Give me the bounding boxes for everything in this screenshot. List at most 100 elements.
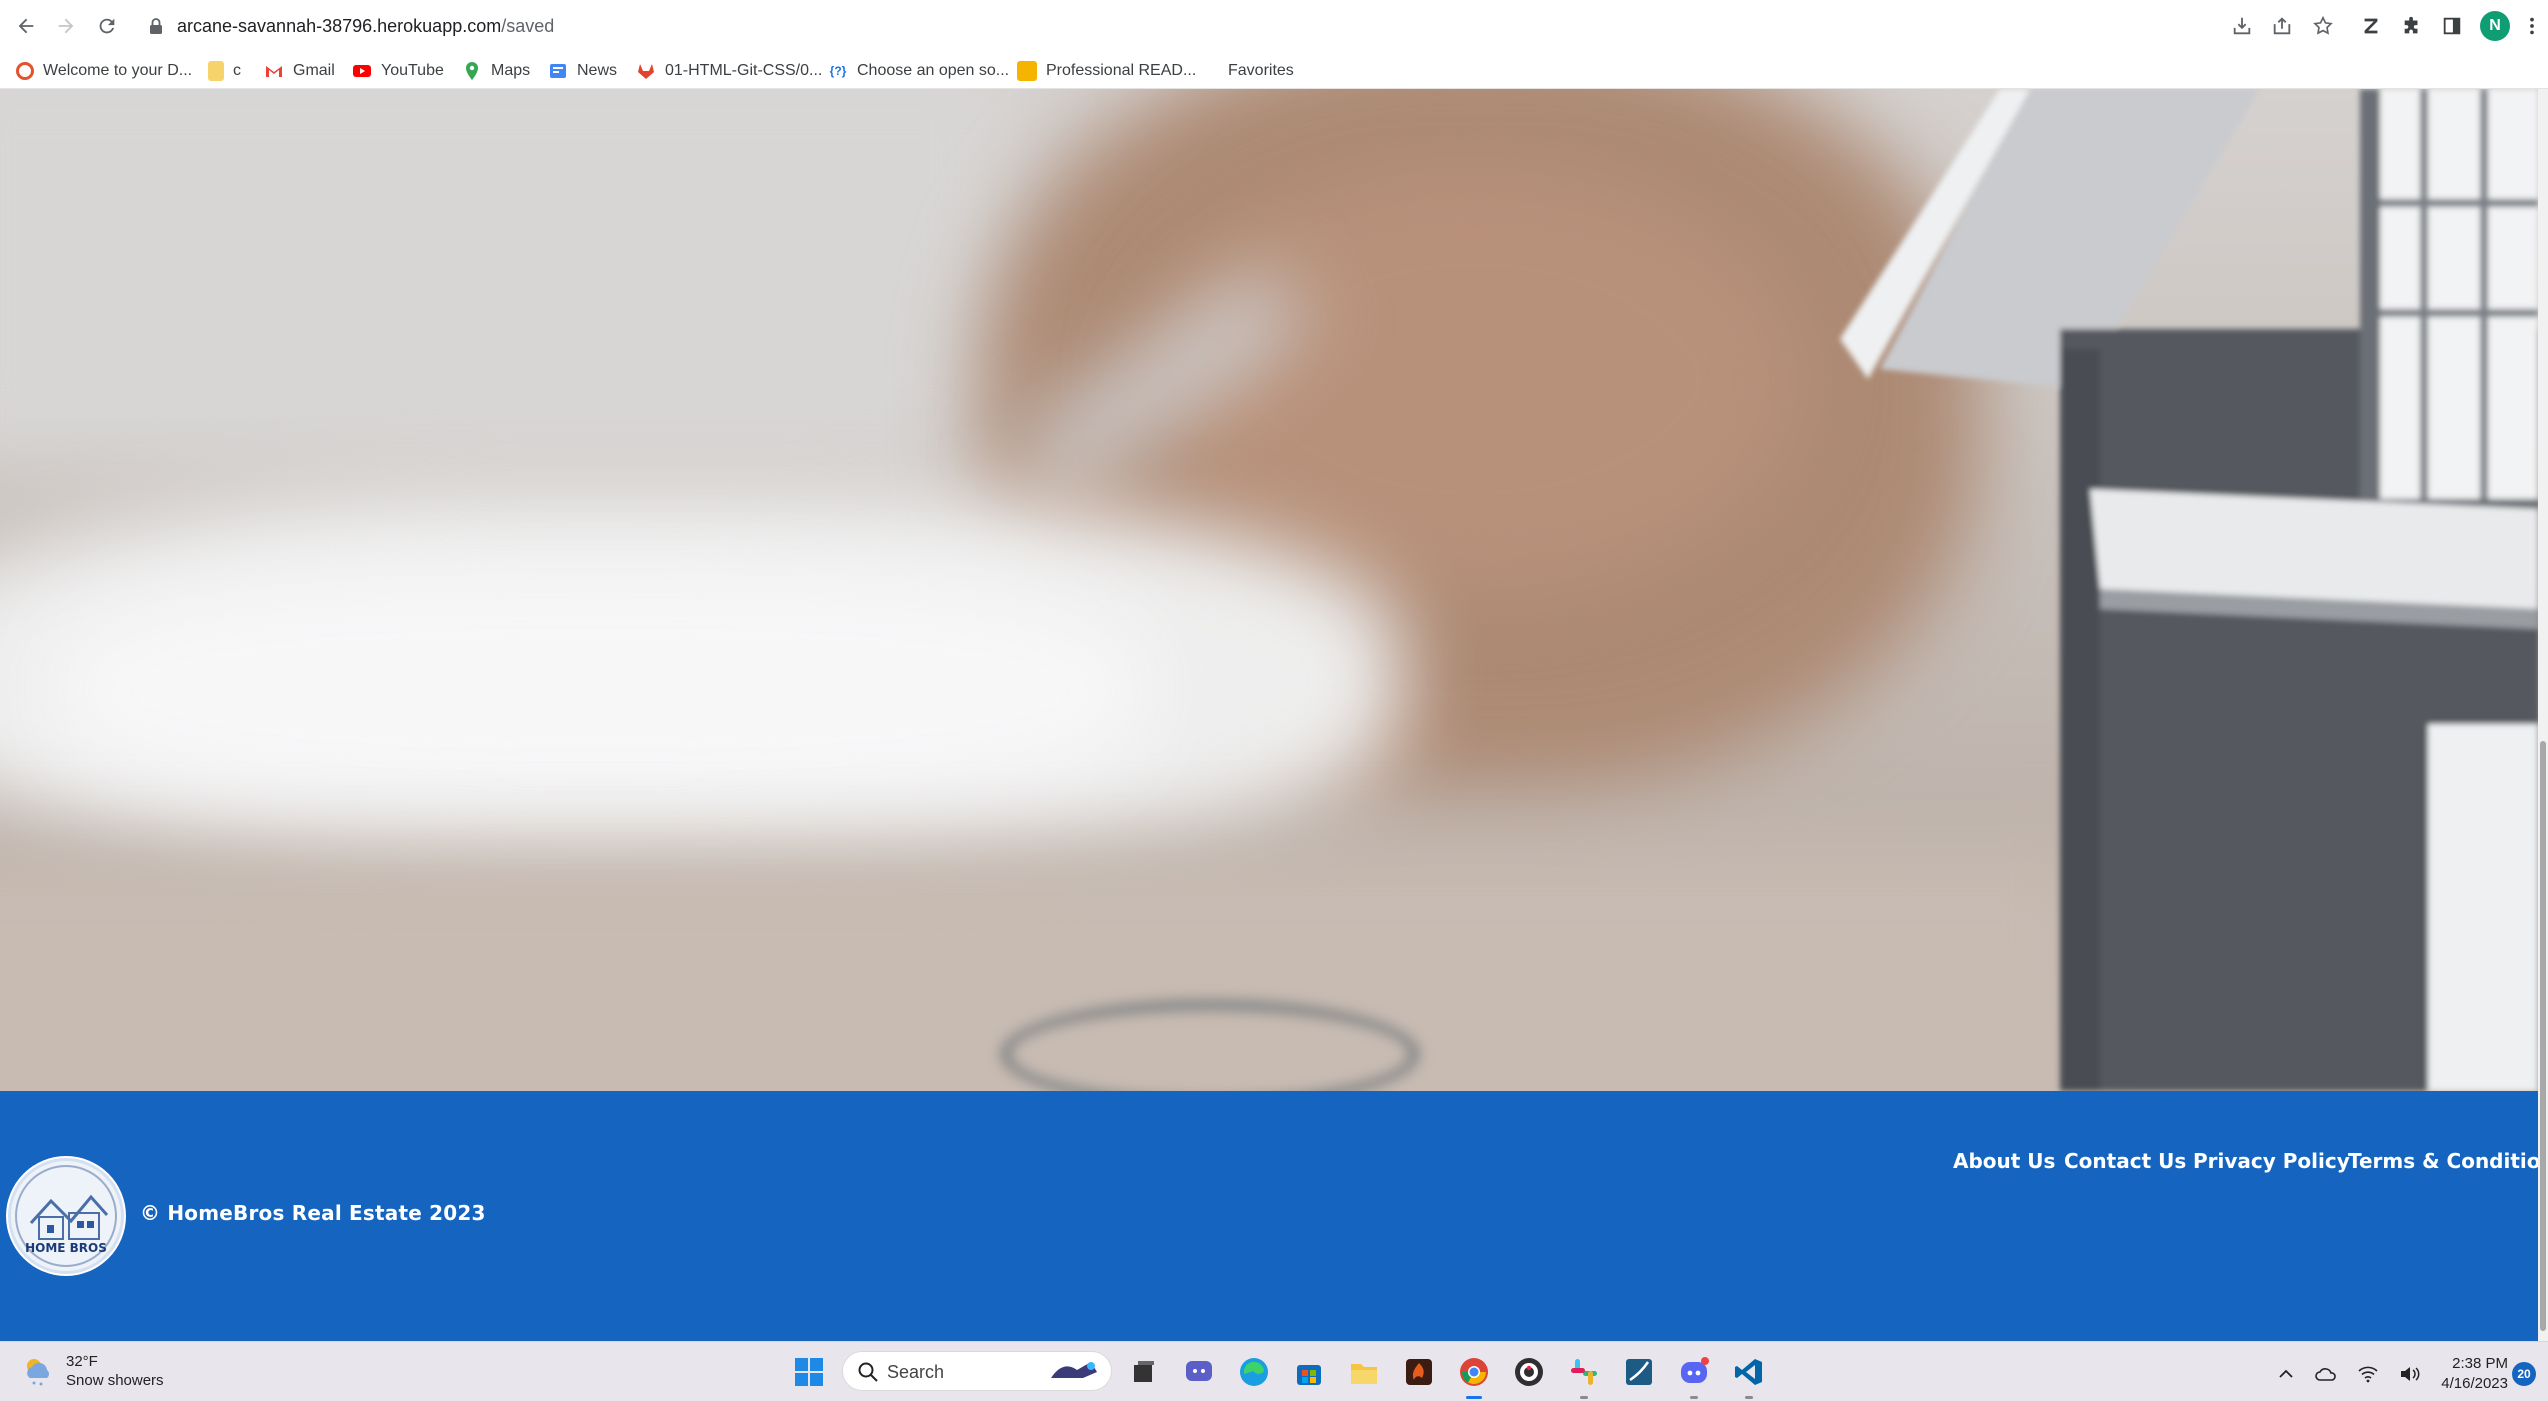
footer-link-terms-conditions[interactable]: Terms & Conditions — [2348, 1149, 2538, 1173]
bookmark-label: News — [577, 62, 618, 79]
task-view-icon[interactable] — [1128, 1356, 1160, 1388]
game-icon[interactable] — [1403, 1356, 1435, 1388]
onedrive-cloud-icon[interactable] — [2315, 1365, 2337, 1383]
folder-icon — [208, 61, 224, 81]
bookmark-readme[interactable]: Professional READ... — [1017, 57, 1196, 85]
puzzle-icon — [2404, 16, 2418, 34]
edge-icon[interactable] — [1238, 1356, 1270, 1388]
profile-avatar[interactable]: N — [2480, 11, 2510, 41]
chrome-g-icon — [16, 62, 34, 80]
search-icon — [858, 1362, 878, 1382]
snow-cloud-icon — [27, 1359, 49, 1386]
bookmark-news[interactable]: News — [548, 57, 617, 85]
news-icon — [550, 64, 566, 78]
discord-icon[interactable] — [1678, 1356, 1710, 1388]
bookmark-gitlab[interactable]: 01-HTML-Git-CSS/0... — [636, 57, 822, 85]
footer-link-privacy-policy[interactable]: Privacy Policy — [2193, 1149, 2350, 1173]
readme-icon — [1017, 61, 1037, 81]
youtube-icon — [353, 65, 371, 77]
arrow-left-icon — [18, 18, 34, 34]
extensions-button[interactable] — [2398, 12, 2426, 40]
gmail-icon — [266, 66, 282, 77]
bookmark-choose-license[interactable]: {?} Choose an open so... — [828, 57, 1009, 85]
weather-widget[interactable]: 32°F Snow showers — [22, 1352, 164, 1390]
teams-chat-icon[interactable] — [1183, 1356, 1215, 1388]
model-house-image — [1840, 89, 2538, 1091]
bookmark-label: YouTube — [381, 62, 444, 79]
bookmark-favorites-folder[interactable]: Favorites — [1228, 57, 1294, 85]
arrow-right-icon — [58, 18, 74, 34]
url-host: arcane-savannah-38796.herokuapp.com — [177, 16, 502, 36]
clock[interactable]: 2:38 PM 4/16/2023 — [2441, 1354, 2508, 1394]
blurred-background-shape — [0, 89, 1020, 469]
bookmark-label: Maps — [491, 62, 531, 79]
choosealicense-icon: {?} — [829, 64, 847, 78]
clock-date: 4/16/2023 — [2441, 1375, 2508, 1392]
obs-icon[interactable] — [1513, 1356, 1545, 1388]
system-tray: 2:38 PM 4/16/2023 — [2277, 1354, 2508, 1394]
bookmark-maps[interactable]: Maps — [462, 57, 530, 85]
bookmark-label: 01-HTML-Git-CSS/0... — [665, 62, 823, 79]
logo-wordmark: HOME BROS — [25, 1241, 107, 1255]
volume-icon[interactable] — [2399, 1365, 2421, 1383]
search-label: Search — [887, 1362, 945, 1382]
hero-background-image — [0, 89, 2538, 1091]
reload-icon — [99, 18, 115, 34]
chevron-up-icon[interactable] — [2277, 1365, 2295, 1383]
chrome-icon[interactable] — [1458, 1356, 1490, 1388]
bookmark-welcome[interactable]: Welcome to your D... — [16, 57, 192, 85]
install-icon — [2233, 17, 2251, 35]
taskbar-search-box[interactable]: Search — [842, 1351, 1112, 1391]
site-footer: HOME BROS © HomeBros Real Estate 2023 Ab… — [0, 1091, 2538, 1341]
search-highlight-icon — [1051, 1362, 1097, 1378]
windows-taskbar: 32°F Snow showers Search 2:38 PM 4/16/20… — [0, 1341, 2548, 1401]
url-text[interactable]: arcane-savannah-38796.herokuapp.com/save… — [177, 13, 554, 39]
browser-menu-button[interactable] — [2518, 12, 2546, 40]
bookmark-youtube[interactable]: YouTube — [352, 57, 444, 85]
vscode-icon[interactable] — [1733, 1356, 1765, 1388]
forward-button[interactable] — [48, 8, 84, 44]
side-panel-button[interactable] — [2438, 12, 2466, 40]
bookmark-label: Choose an open so... — [857, 62, 1010, 79]
install-app-button[interactable] — [2228, 12, 2256, 40]
bookmark-star-button[interactable] — [2309, 12, 2337, 40]
maps-icon — [466, 62, 478, 80]
discord-running-indicator — [1690, 1396, 1698, 1399]
slack-icon[interactable] — [1568, 1356, 1600, 1388]
bookmark-label: Welcome to your D... — [43, 62, 193, 79]
vscode-running-indicator — [1745, 1396, 1753, 1399]
page-scrollbar[interactable] — [2538, 89, 2548, 1341]
gitlab-icon — [638, 64, 654, 79]
reload-button[interactable] — [89, 8, 125, 44]
bookmark-label: Professional READ... — [1046, 62, 1197, 79]
zotero-extension-button[interactable] — [2357, 12, 2385, 40]
wifi-icon[interactable] — [2357, 1365, 2379, 1383]
zotero-icon — [2364, 18, 2378, 34]
footer-link-about-us[interactable]: About Us — [1953, 1149, 2055, 1173]
browser-chrome: arcane-savannah-38796.herokuapp.com/save… — [0, 0, 2548, 89]
bookmark-label: Favorites — [1228, 62, 1294, 79]
weather-text: 32°F Snow showers — [66, 1352, 164, 1390]
bookmark-gmail[interactable]: Gmail — [264, 57, 335, 85]
bookmark-label: c — [233, 62, 241, 79]
lock-icon — [150, 18, 162, 34]
homebros-logo[interactable]: HOME BROS — [8, 1158, 124, 1274]
back-button[interactable] — [8, 8, 44, 44]
kebab-menu-icon — [2530, 17, 2534, 35]
file-explorer-icon[interactable] — [1348, 1356, 1380, 1388]
footer-link-contact-us[interactable]: Contact Us — [2064, 1149, 2186, 1173]
notification-badge[interactable]: 20 — [2512, 1362, 2536, 1386]
browser-toolbar: arcane-savannah-38796.herokuapp.com/save… — [0, 0, 2548, 53]
share-button[interactable] — [2268, 12, 2296, 40]
ms-store-icon[interactable] — [1293, 1356, 1325, 1388]
bookmarks-bar: Welcome to your D... c Gmail YouTube Map… — [0, 53, 2548, 89]
weather-temperature: 32°F — [66, 1353, 98, 1370]
scrollbar-thumb[interactable] — [2540, 741, 2546, 1331]
copyright-text: © HomeBros Real Estate 2023 — [140, 1201, 486, 1225]
bookmark-label: Gmail — [293, 62, 335, 79]
mysql-workbench-icon[interactable] — [1623, 1356, 1655, 1388]
weather-description: Snow showers — [66, 1372, 164, 1389]
bookmark-c[interactable]: c — [208, 57, 241, 85]
slack-running-indicator — [1580, 1396, 1588, 1399]
windows-start-icon[interactable] — [793, 1356, 825, 1388]
